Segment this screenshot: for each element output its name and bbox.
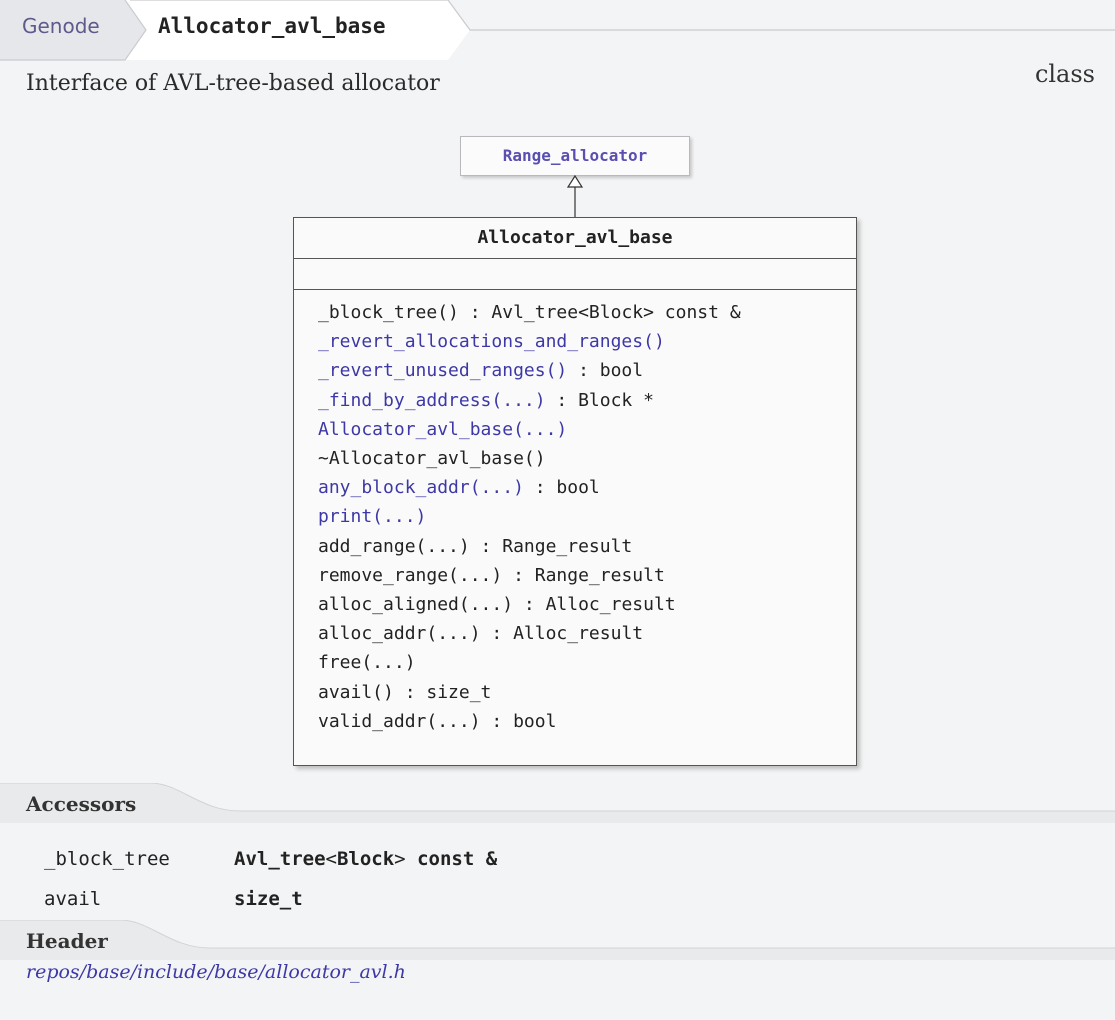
operation-name[interactable]: Allocator_avl_base(...) xyxy=(318,419,567,440)
operation-return-type: : Alloc_result xyxy=(513,594,676,616)
class-box: Allocator_avl_base _block_tree() : Avl_t… xyxy=(293,217,857,766)
breadcrumb-genode-link[interactable]: Genode xyxy=(22,14,100,38)
class-operation: remove_range(...) : Range_result xyxy=(318,561,856,590)
accessors-title: Accessors xyxy=(26,792,137,816)
class-operation: ~Allocator_avl_base() xyxy=(318,444,856,473)
class-box-name: Allocator_avl_base xyxy=(294,218,856,259)
operation-return-type: : bool xyxy=(523,477,600,499)
class-operation[interactable]: _revert_allocations_and_ranges() xyxy=(318,327,856,356)
class-operation[interactable]: any_block_addr(...) : bool xyxy=(318,473,856,502)
class-doc-page: Genode Allocator_avl_base class Interfac… xyxy=(0,0,1115,1020)
class-operation: alloc_aligned(...) : Alloc_result xyxy=(318,590,856,619)
accessor-type: Avl_tree<Block> const & xyxy=(234,848,498,870)
operation-name[interactable]: any_block_addr(...) xyxy=(318,477,524,498)
operation-name: valid_addr(...) xyxy=(318,710,481,732)
operation-return-type: : Range_result xyxy=(502,564,665,586)
operation-name: add_range(...) xyxy=(318,535,470,557)
class-operation[interactable]: Allocator_avl_base(...) xyxy=(318,415,856,444)
operation-name[interactable]: _find_by_address(...) xyxy=(318,390,546,411)
header-title: Header xyxy=(26,929,108,953)
class-operation: _block_tree() : Avl_tree<Block> const & xyxy=(318,298,856,327)
operation-return-type: : Block * xyxy=(545,389,654,411)
operation-return-type: : Avl_tree<Block> const & xyxy=(458,302,741,323)
operation-return-type: : bool xyxy=(567,360,644,382)
section-tab-shape xyxy=(0,920,1115,960)
operation-return-type: : Alloc_result xyxy=(480,623,644,645)
operation-name: free(...) xyxy=(318,652,416,674)
breadcrumb-current: Allocator_avl_base xyxy=(158,14,386,38)
operation-name[interactable]: _revert_unused_ranges() xyxy=(318,360,567,381)
operation-name: alloc_aligned(...) xyxy=(318,594,514,616)
header-section-header: Header xyxy=(0,920,1115,960)
class-box-attributes xyxy=(294,259,856,290)
operation-name: ~Allocator_avl_base() xyxy=(318,448,546,470)
inheritance-arrow-icon xyxy=(566,174,584,217)
operation-name: remove_range(...) xyxy=(318,564,503,586)
accessors-section-header: Accessors xyxy=(0,783,1115,823)
class-operation: avail() : size_t xyxy=(318,678,856,707)
class-operation: add_range(...) : Range_result xyxy=(318,532,856,561)
class-box-operations: _block_tree() : Avl_tree<Block> const & _… xyxy=(294,290,856,736)
operation-name: _block_tree() xyxy=(318,302,459,323)
operation-name: alloc_addr(...) xyxy=(318,623,481,645)
accessor-name: _block_tree xyxy=(44,848,170,870)
operation-name[interactable]: print(...) xyxy=(318,506,426,527)
breadcrumb: Genode Allocator_avl_base xyxy=(0,0,1115,62)
section-tab-shape xyxy=(0,783,1115,823)
base-class-box[interactable]: Range_allocator xyxy=(460,136,690,176)
class-operation: valid_addr(...) : bool xyxy=(318,707,856,736)
operation-name: avail() xyxy=(318,681,394,703)
class-operation[interactable]: print(...) xyxy=(318,502,856,531)
accessor-type: size_t xyxy=(234,888,303,910)
header-file-link[interactable]: repos/base/include/base/allocator_avl.h xyxy=(26,961,406,983)
operation-name[interactable]: _revert_allocations_and_ranges() xyxy=(318,331,665,352)
class-operation[interactable]: _find_by_address(...) : Block * xyxy=(318,386,856,415)
class-operation: alloc_addr(...) : Alloc_result xyxy=(318,619,856,648)
operation-return-type: : Range_result xyxy=(469,535,633,557)
doc-kind-label: class xyxy=(1034,60,1095,88)
class-operation[interactable]: _revert_unused_ranges() : bool xyxy=(318,356,856,385)
class-operation: free(...) xyxy=(318,648,856,677)
operation-return-type: : bool xyxy=(480,710,557,732)
class-description: Interface of AVL-tree-based allocator xyxy=(26,71,440,96)
accessor-name: avail xyxy=(44,888,102,910)
operation-return-type: : size_t xyxy=(393,681,492,703)
